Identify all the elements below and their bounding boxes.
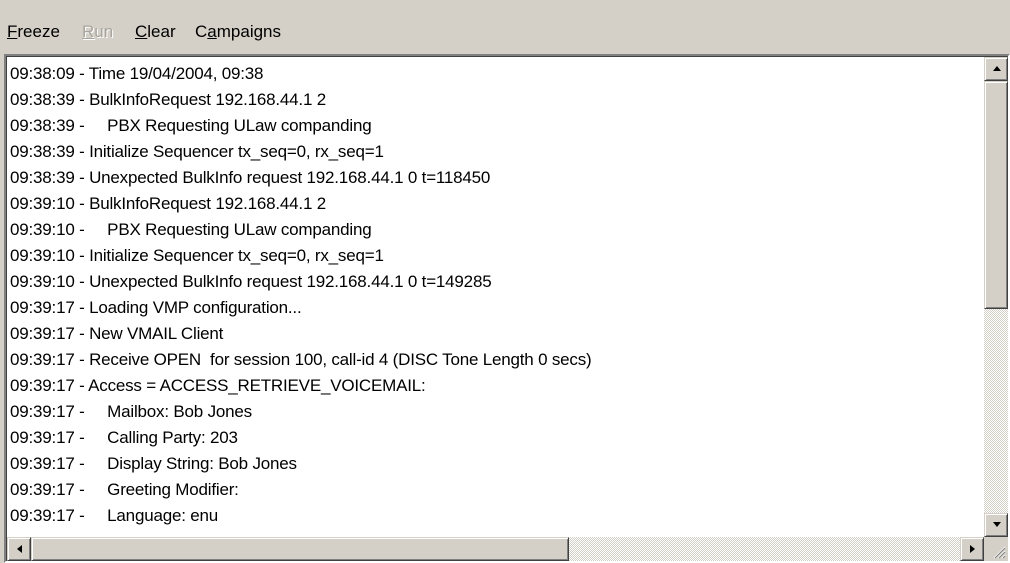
log-line: 09:38:39 - Unexpected BulkInfo request 1… bbox=[10, 168, 491, 187]
horizontal-scrollbar[interactable] bbox=[7, 537, 984, 561]
log-line: 09:39:17 - Receive OPEN for session 100,… bbox=[10, 350, 592, 369]
scroll-right-button[interactable] bbox=[960, 537, 984, 561]
log-line: 09:39:17 - Mailbox: Bob Jones bbox=[10, 402, 252, 421]
arrow-left-icon bbox=[17, 545, 22, 553]
log-line: 09:39:17 - New VMAIL Client bbox=[10, 324, 224, 343]
menu-clear[interactable]: Clear bbox=[135, 22, 176, 42]
log-line: 09:39:17 - Loading VMP configuration... bbox=[10, 298, 302, 317]
vertical-scroll-thumb[interactable] bbox=[984, 81, 1008, 309]
log-line: 09:39:17 - Display String: Bob Jones bbox=[10, 454, 297, 473]
log-pane[interactable]: 09:38:09 - Time 19/04/2004, 09:38 09:38:3… bbox=[6, 56, 1008, 561]
size-grip[interactable] bbox=[984, 537, 1008, 561]
log-line: 09:39:10 - PBX Requesting ULaw compandin… bbox=[10, 220, 372, 239]
log-line: 09:39:17 - Greeting Modifier: bbox=[10, 480, 239, 499]
menu-run[interactable]: Run bbox=[82, 22, 113, 42]
log-line: 09:39:10 - BulkInfoRequest 192.168.44.1 … bbox=[10, 194, 326, 213]
log-window: 09:38:09 - Time 19/04/2004, 09:38 09:38:3… bbox=[4, 54, 1010, 563]
log-line: 09:38:39 - BulkInfoRequest 192.168.44.1 … bbox=[10, 90, 326, 109]
log-line: 09:39:10 - Unexpected BulkInfo request 1… bbox=[10, 272, 492, 291]
scroll-down-button[interactable] bbox=[984, 513, 1008, 537]
size-grip-icon bbox=[993, 546, 1006, 559]
menu-freeze[interactable]: Freeze bbox=[7, 22, 60, 42]
menu-bar: Freeze Run Clear Campaigns bbox=[0, 0, 1010, 54]
log-line: 09:38:39 - PBX Requesting ULaw compandin… bbox=[10, 116, 372, 135]
scroll-left-button[interactable] bbox=[7, 537, 31, 561]
log-line: 09:39:17 - Access = ACCESS_RETRIEVE_VOIC… bbox=[10, 376, 426, 395]
log-line: 09:39:17 - Calling Party: 203 bbox=[10, 428, 238, 447]
log-line: 09:39:17 - Language: enu bbox=[10, 506, 219, 525]
log-line: 09:38:39 - Initialize Sequencer tx_seq=0… bbox=[10, 142, 384, 161]
vertical-scrollbar[interactable] bbox=[984, 57, 1008, 537]
log-text: 09:38:09 - Time 19/04/2004, 09:38 09:38:3… bbox=[10, 61, 980, 531]
horizontal-scroll-thumb[interactable] bbox=[31, 537, 569, 561]
menu-campaigns[interactable]: Campaigns bbox=[195, 22, 281, 42]
arrow-up-icon bbox=[993, 66, 1001, 71]
arrow-down-icon bbox=[993, 522, 1001, 527]
arrow-right-icon bbox=[970, 545, 975, 553]
scroll-up-button[interactable] bbox=[984, 57, 1008, 81]
log-line: 09:38:09 - Time 19/04/2004, 09:38 bbox=[10, 64, 264, 83]
log-line: 09:39:10 - Initialize Sequencer tx_seq=0… bbox=[10, 246, 384, 265]
